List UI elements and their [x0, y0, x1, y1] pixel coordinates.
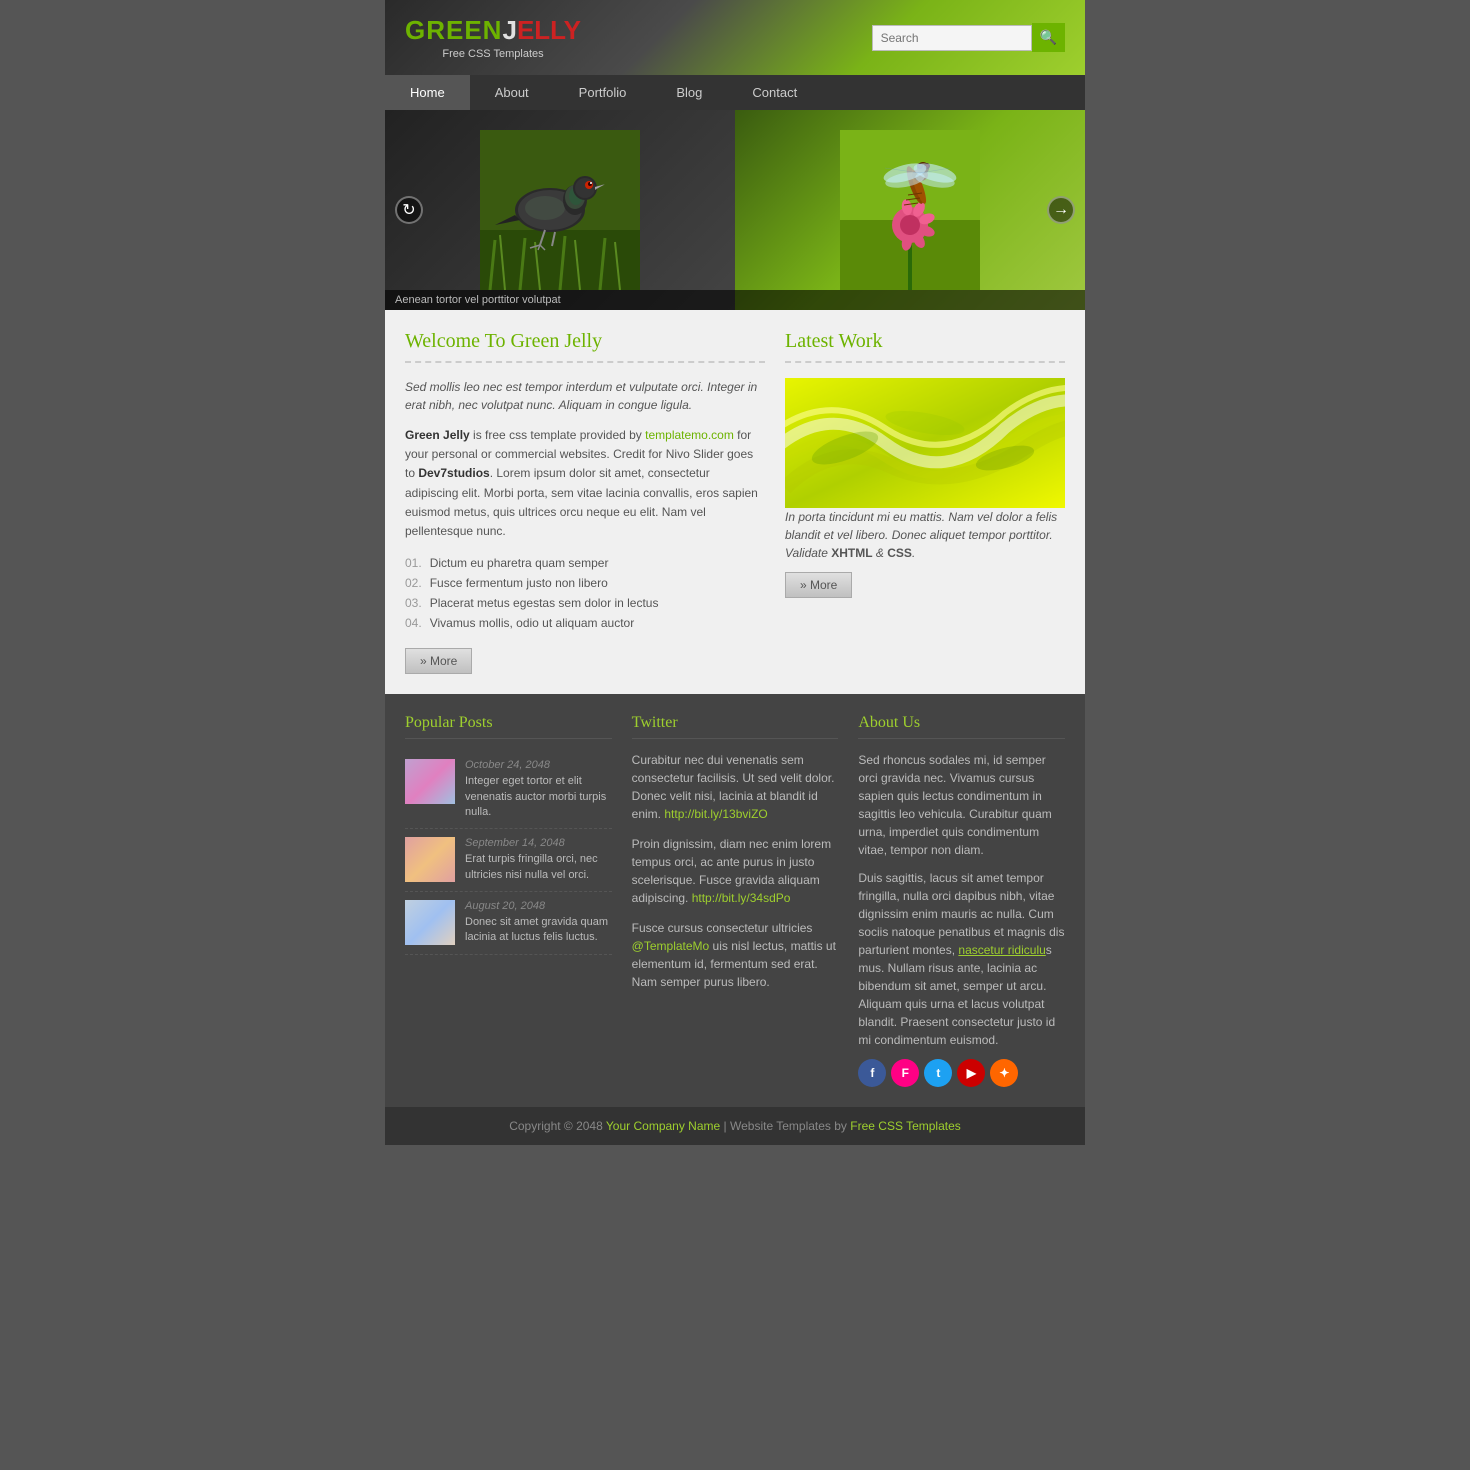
content-area: Welcome To Green Jelly Sed mollis leo ne…: [385, 310, 1085, 694]
footer: Copyright © 2048 Your Company Name | Web…: [385, 1107, 1085, 1145]
about-text-2: Duis sagittis, lacus sit amet tempor fri…: [858, 869, 1065, 1049]
logo-white: J: [502, 15, 516, 45]
body-text: Green Jelly is free css template provide…: [405, 426, 765, 541]
nascetur-link[interactable]: nascetur ridiculu: [958, 943, 1045, 957]
post-item: October 24, 2048 Integer eget tortor et …: [405, 751, 612, 829]
footer-templates-link[interactable]: Free CSS Templates: [850, 1119, 961, 1133]
about-us-title: About Us: [858, 714, 1065, 739]
post-date: October 24, 2048: [465, 759, 612, 771]
templatemo-twitter-link[interactable]: @TemplateMo: [632, 939, 710, 953]
post-text: Donec sit amet gravida quam lacinia at l…: [465, 915, 612, 946]
popular-posts-section: Popular Posts October 24, 2048 Integer e…: [405, 714, 612, 1087]
search-box: 🔍: [872, 23, 1065, 52]
twitter-title: Twitter: [632, 714, 839, 739]
about-us-section: About Us Sed rhoncus sodales mi, id semp…: [858, 714, 1065, 1087]
tweet-link[interactable]: http://bit.ly/13bviZO: [664, 807, 767, 821]
post-content: August 20, 2048 Donec sit amet gravida q…: [465, 900, 612, 946]
search-input[interactable]: [872, 25, 1032, 51]
slide-right: [735, 110, 1085, 310]
post-date: September 14, 2048: [465, 837, 612, 849]
templatemo-link[interactable]: templatemo.com: [645, 428, 734, 442]
about-text-1: Sed rhoncus sodales mi, id semper orci g…: [858, 751, 1065, 859]
dev7studios-label: Dev7studios: [418, 466, 489, 480]
nav-home[interactable]: Home: [385, 75, 470, 110]
list-item: 03.Placerat metus egestas sem dolor in l…: [405, 593, 765, 613]
youtube-icon[interactable]: ▶: [957, 1059, 985, 1087]
post-date: August 20, 2048: [465, 900, 612, 912]
nav-blog[interactable]: Blog: [651, 75, 727, 110]
logo: GREENJELLY Free CSS Templates: [405, 15, 581, 60]
list-item: 04.Vivamus mollis, odio ut aliquam aucto…: [405, 613, 765, 633]
work-image: [785, 378, 1065, 508]
logo-red: ELLY: [517, 15, 581, 45]
logo-green: GREEN: [405, 15, 502, 45]
welcome-more-button[interactable]: » More: [405, 648, 472, 674]
welcome-title: Welcome To Green Jelly: [405, 330, 765, 363]
feature-list: 01.Dictum eu pharetra quam semper 02.Fus…: [405, 553, 765, 633]
tweet-1: Curabitur nec dui venenatis sem consecte…: [632, 751, 839, 823]
tweet-link[interactable]: http://bit.ly/34sdPo: [692, 891, 791, 905]
list-item: 01.Dictum eu pharetra quam semper: [405, 553, 765, 573]
post-text: Erat turpis fringilla orci, nec ultricie…: [465, 852, 612, 883]
facebook-icon[interactable]: f: [858, 1059, 886, 1087]
latest-work-section: Latest Work: [785, 330, 1065, 674]
social-icons: f F t ▶ ✦: [858, 1059, 1065, 1087]
rss-icon[interactable]: ✦: [990, 1059, 1018, 1087]
work-caption: In porta tincidunt mi eu mattis. Nam vel…: [785, 508, 1065, 562]
post-item: September 14, 2048 Erat turpis fringilla…: [405, 829, 612, 892]
latest-work-title: Latest Work: [785, 330, 1065, 363]
intro-text: Sed mollis leo nec est tempor interdum e…: [405, 378, 765, 414]
slider: ↻ → Aenean tortor vel porttitor volutpat: [385, 110, 1085, 310]
slider-caption: Aenean tortor vel porttitor volutpat: [385, 290, 1085, 310]
popular-posts-title: Popular Posts: [405, 714, 612, 739]
tweet-3: Fusce cursus consectetur ultricies @Temp…: [632, 919, 839, 991]
nav-contact[interactable]: Contact: [727, 75, 822, 110]
nav: Home About Portfolio Blog Contact: [385, 75, 1085, 110]
welcome-section: Welcome To Green Jelly Sed mollis leo ne…: [405, 330, 765, 674]
twitter-section: Twitter Curabitur nec dui venenatis sem …: [632, 714, 839, 1087]
post-thumbnail: [405, 837, 455, 882]
footer-company-link[interactable]: Your Company Name: [606, 1119, 720, 1133]
tweet-text: Fusce cursus consectetur ultricies: [632, 921, 813, 935]
tweet-2: Proin dignissim, diam nec enim lorem tem…: [632, 835, 839, 907]
work-more-button[interactable]: » More: [785, 572, 852, 598]
post-item: August 20, 2048 Donec sit amet gravida q…: [405, 892, 612, 955]
slider-next-button[interactable]: →: [1047, 196, 1075, 224]
footer-separator: | Website Templates by: [724, 1119, 851, 1133]
header: GREENJELLY Free CSS Templates 🔍: [385, 0, 1085, 75]
post-thumbnail: [405, 900, 455, 945]
list-item: 02.Fusce fermentum justo non libero: [405, 573, 765, 593]
slider-image: [385, 110, 1085, 310]
green-jelly-label: Green Jelly: [405, 428, 470, 442]
nav-about[interactable]: About: [470, 75, 554, 110]
slider-prev-button[interactable]: ↻: [395, 196, 423, 224]
post-thumbnail: [405, 759, 455, 804]
flickr-icon[interactable]: F: [891, 1059, 919, 1087]
twitter-icon[interactable]: t: [924, 1059, 952, 1087]
post-content: September 14, 2048 Erat turpis fringilla…: [465, 837, 612, 883]
search-button[interactable]: 🔍: [1032, 23, 1065, 52]
post-text: Integer eget tortor et elit venenatis au…: [465, 774, 612, 820]
post-content: October 24, 2048 Integer eget tortor et …: [465, 759, 612, 820]
logo-subtitle: Free CSS Templates: [405, 48, 581, 60]
bottom-section: Popular Posts October 24, 2048 Integer e…: [385, 694, 1085, 1107]
nav-portfolio[interactable]: Portfolio: [554, 75, 652, 110]
slide-left: [385, 110, 735, 310]
footer-copyright: Copyright © 2048: [509, 1119, 603, 1133]
